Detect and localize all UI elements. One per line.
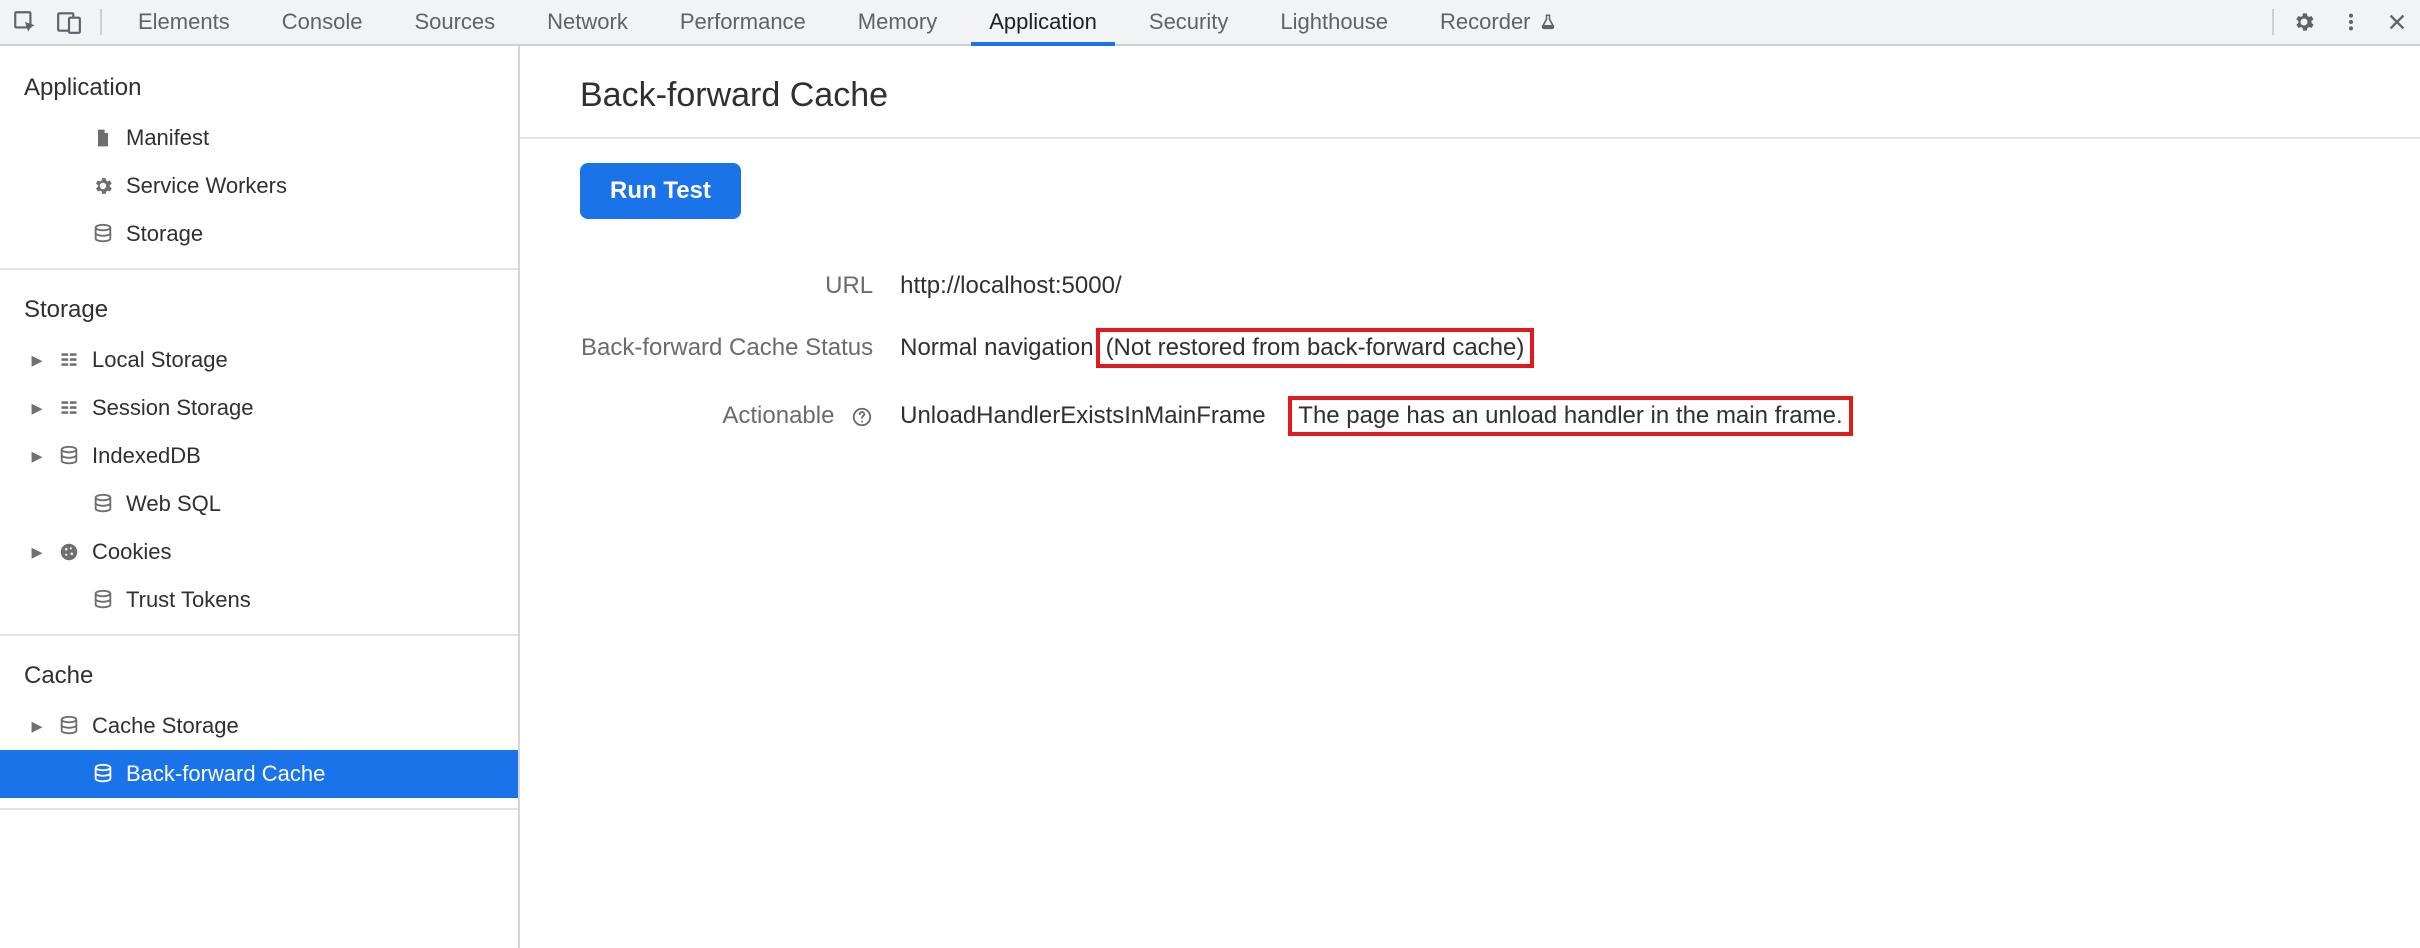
tab-label: Console — [282, 9, 363, 35]
sidebar-item-label: Back-forward Cache — [126, 761, 325, 787]
highlight-box: (Not restored from back-forward cache) — [1096, 328, 1535, 368]
status-highlight: (Not restored from back-forward cache) — [1106, 334, 1525, 361]
sidebar-item-websql[interactable]: ▸ Web SQL — [0, 480, 518, 528]
tab-performance[interactable]: Performance — [654, 0, 832, 44]
tab-memory[interactable]: Memory — [832, 0, 963, 44]
file-icon — [90, 127, 116, 149]
sidebar-item-local-storage[interactable]: ▸ Local Storage — [0, 336, 518, 384]
sidebar-group-title: Cache — [0, 646, 518, 702]
tab-label: Recorder — [1440, 9, 1530, 35]
more-menu-icon[interactable] — [2340, 11, 2362, 33]
database-icon — [90, 763, 116, 785]
sidebar-item-label: IndexedDB — [92, 443, 201, 469]
sidebar-item-indexeddb[interactable]: ▸ IndexedDB — [0, 432, 518, 480]
inspect-element-icon[interactable] — [12, 9, 38, 35]
tab-label: Application — [989, 9, 1097, 35]
expand-arrow-icon[interactable]: ▸ — [28, 347, 46, 373]
row-actionable: Actionable UnloadHandlerExistsInMainFram… — [580, 395, 1854, 437]
sidebar-item-label: Service Workers — [126, 173, 287, 199]
tab-label: Lighthouse — [1280, 9, 1388, 35]
bfcache-panel: Back-forward Cache Run Test URL http://l… — [520, 46, 2420, 948]
application-sidebar: Application ▸ Manifest ▸ Service Workers… — [0, 46, 520, 948]
tab-security[interactable]: Security — [1123, 0, 1254, 44]
panel-body: Run Test URL http://localhost:5000/ Back… — [520, 139, 2420, 487]
help-icon[interactable] — [851, 406, 873, 428]
flask-icon — [1539, 13, 1557, 31]
sidebar-item-bfcache[interactable]: ▸ Back-forward Cache — [0, 750, 518, 798]
sidebar-item-manifest[interactable]: ▸ Manifest — [0, 114, 518, 162]
database-icon — [90, 493, 116, 515]
tab-lighthouse[interactable]: Lighthouse — [1254, 0, 1414, 44]
sidebar-divider — [0, 808, 518, 810]
tab-label: Security — [1149, 9, 1228, 35]
database-icon — [56, 445, 82, 467]
row-label: Back-forward Cache Status — [580, 327, 899, 369]
tabstrip-leading — [12, 9, 102, 35]
tab-network[interactable]: Network — [521, 0, 654, 44]
actionable-explanation: The page has an unload handler in the ma… — [1298, 402, 1842, 429]
grid-icon — [56, 350, 82, 370]
tab-label: Elements — [138, 9, 230, 35]
sidebar-item-trust-tokens[interactable]: ▸ Trust Tokens — [0, 576, 518, 624]
workspace: Application ▸ Manifest ▸ Service Workers… — [0, 46, 2420, 948]
sidebar-item-label: Cache Storage — [92, 713, 239, 739]
sidebar-group-title: Storage — [0, 280, 518, 336]
database-icon — [90, 589, 116, 611]
tab-application[interactable]: Application — [963, 0, 1123, 44]
tab-label: Performance — [680, 9, 806, 35]
database-icon — [90, 223, 116, 245]
sidebar-item-label: Manifest — [126, 125, 209, 151]
row-value: http://localhost:5000/ — [899, 271, 1854, 301]
bfcache-info-table: URL http://localhost:5000/ Back-forward … — [580, 245, 1854, 463]
sidebar-item-label: Local Storage — [92, 347, 228, 373]
cookie-icon — [56, 541, 82, 563]
sidebar-item-cache-storage[interactable]: ▸ Cache Storage — [0, 702, 518, 750]
tab-sources[interactable]: Sources — [388, 0, 521, 44]
expand-arrow-icon[interactable]: ▸ — [28, 713, 46, 739]
devtools-tabstrip: Elements Console Sources Network Perform… — [0, 0, 2420, 46]
sidebar-item-session-storage[interactable]: ▸ Session Storage — [0, 384, 518, 432]
sidebar-item-storage[interactable]: ▸ Storage — [0, 210, 518, 258]
sidebar-divider — [0, 268, 518, 270]
device-toolbar-icon[interactable] — [56, 9, 82, 35]
sidebar-item-label: Storage — [126, 221, 203, 247]
settings-icon[interactable] — [2292, 10, 2316, 34]
main-tabs: Elements Console Sources Network Perform… — [112, 0, 2272, 44]
row-value: UnloadHandlerExistsInMainFrame The page … — [899, 395, 1854, 437]
tab-elements[interactable]: Elements — [112, 0, 256, 44]
actionable-label-text: Actionable — [722, 402, 834, 429]
actionable-reason: UnloadHandlerExistsInMainFrame — [900, 402, 1265, 429]
panel-title: Back-forward Cache — [580, 76, 2360, 115]
panel-header: Back-forward Cache — [520, 46, 2420, 139]
run-test-button[interactable]: Run Test — [580, 163, 741, 219]
status-plain: Normal navigation — [900, 334, 1093, 361]
row-status: Back-forward Cache Status Normal navigat… — [580, 327, 1854, 369]
tab-label: Memory — [858, 9, 937, 35]
expand-arrow-icon[interactable]: ▸ — [28, 443, 46, 469]
database-icon — [56, 715, 82, 737]
sidebar-item-label: Trust Tokens — [126, 587, 251, 613]
sidebar-item-label: Cookies — [92, 539, 171, 565]
row-label: Actionable — [580, 395, 899, 437]
tab-console[interactable]: Console — [256, 0, 389, 44]
highlight-box: The page has an unload handler in the ma… — [1288, 396, 1852, 436]
sidebar-item-cookies[interactable]: ▸ Cookies — [0, 528, 518, 576]
sidebar-item-label: Session Storage — [92, 395, 253, 421]
gear-icon — [90, 175, 116, 197]
grid-icon — [56, 398, 82, 418]
tab-recorder[interactable]: Recorder — [1414, 0, 1582, 44]
row-value: Normal navigation (Not restored from back… — [899, 327, 1854, 369]
sidebar-group-title: Application — [0, 58, 518, 114]
sidebar-item-label: Web SQL — [126, 491, 221, 517]
tabstrip-trailing — [2272, 9, 2408, 35]
expand-arrow-icon[interactable]: ▸ — [28, 395, 46, 421]
close-devtools-icon[interactable] — [2386, 11, 2408, 33]
expand-arrow-icon[interactable]: ▸ — [28, 539, 46, 565]
row-url: URL http://localhost:5000/ — [580, 271, 1854, 301]
tab-label: Network — [547, 9, 628, 35]
tab-label: Sources — [414, 9, 495, 35]
sidebar-item-service-workers[interactable]: ▸ Service Workers — [0, 162, 518, 210]
sidebar-divider — [0, 634, 518, 636]
row-label: URL — [580, 271, 899, 301]
